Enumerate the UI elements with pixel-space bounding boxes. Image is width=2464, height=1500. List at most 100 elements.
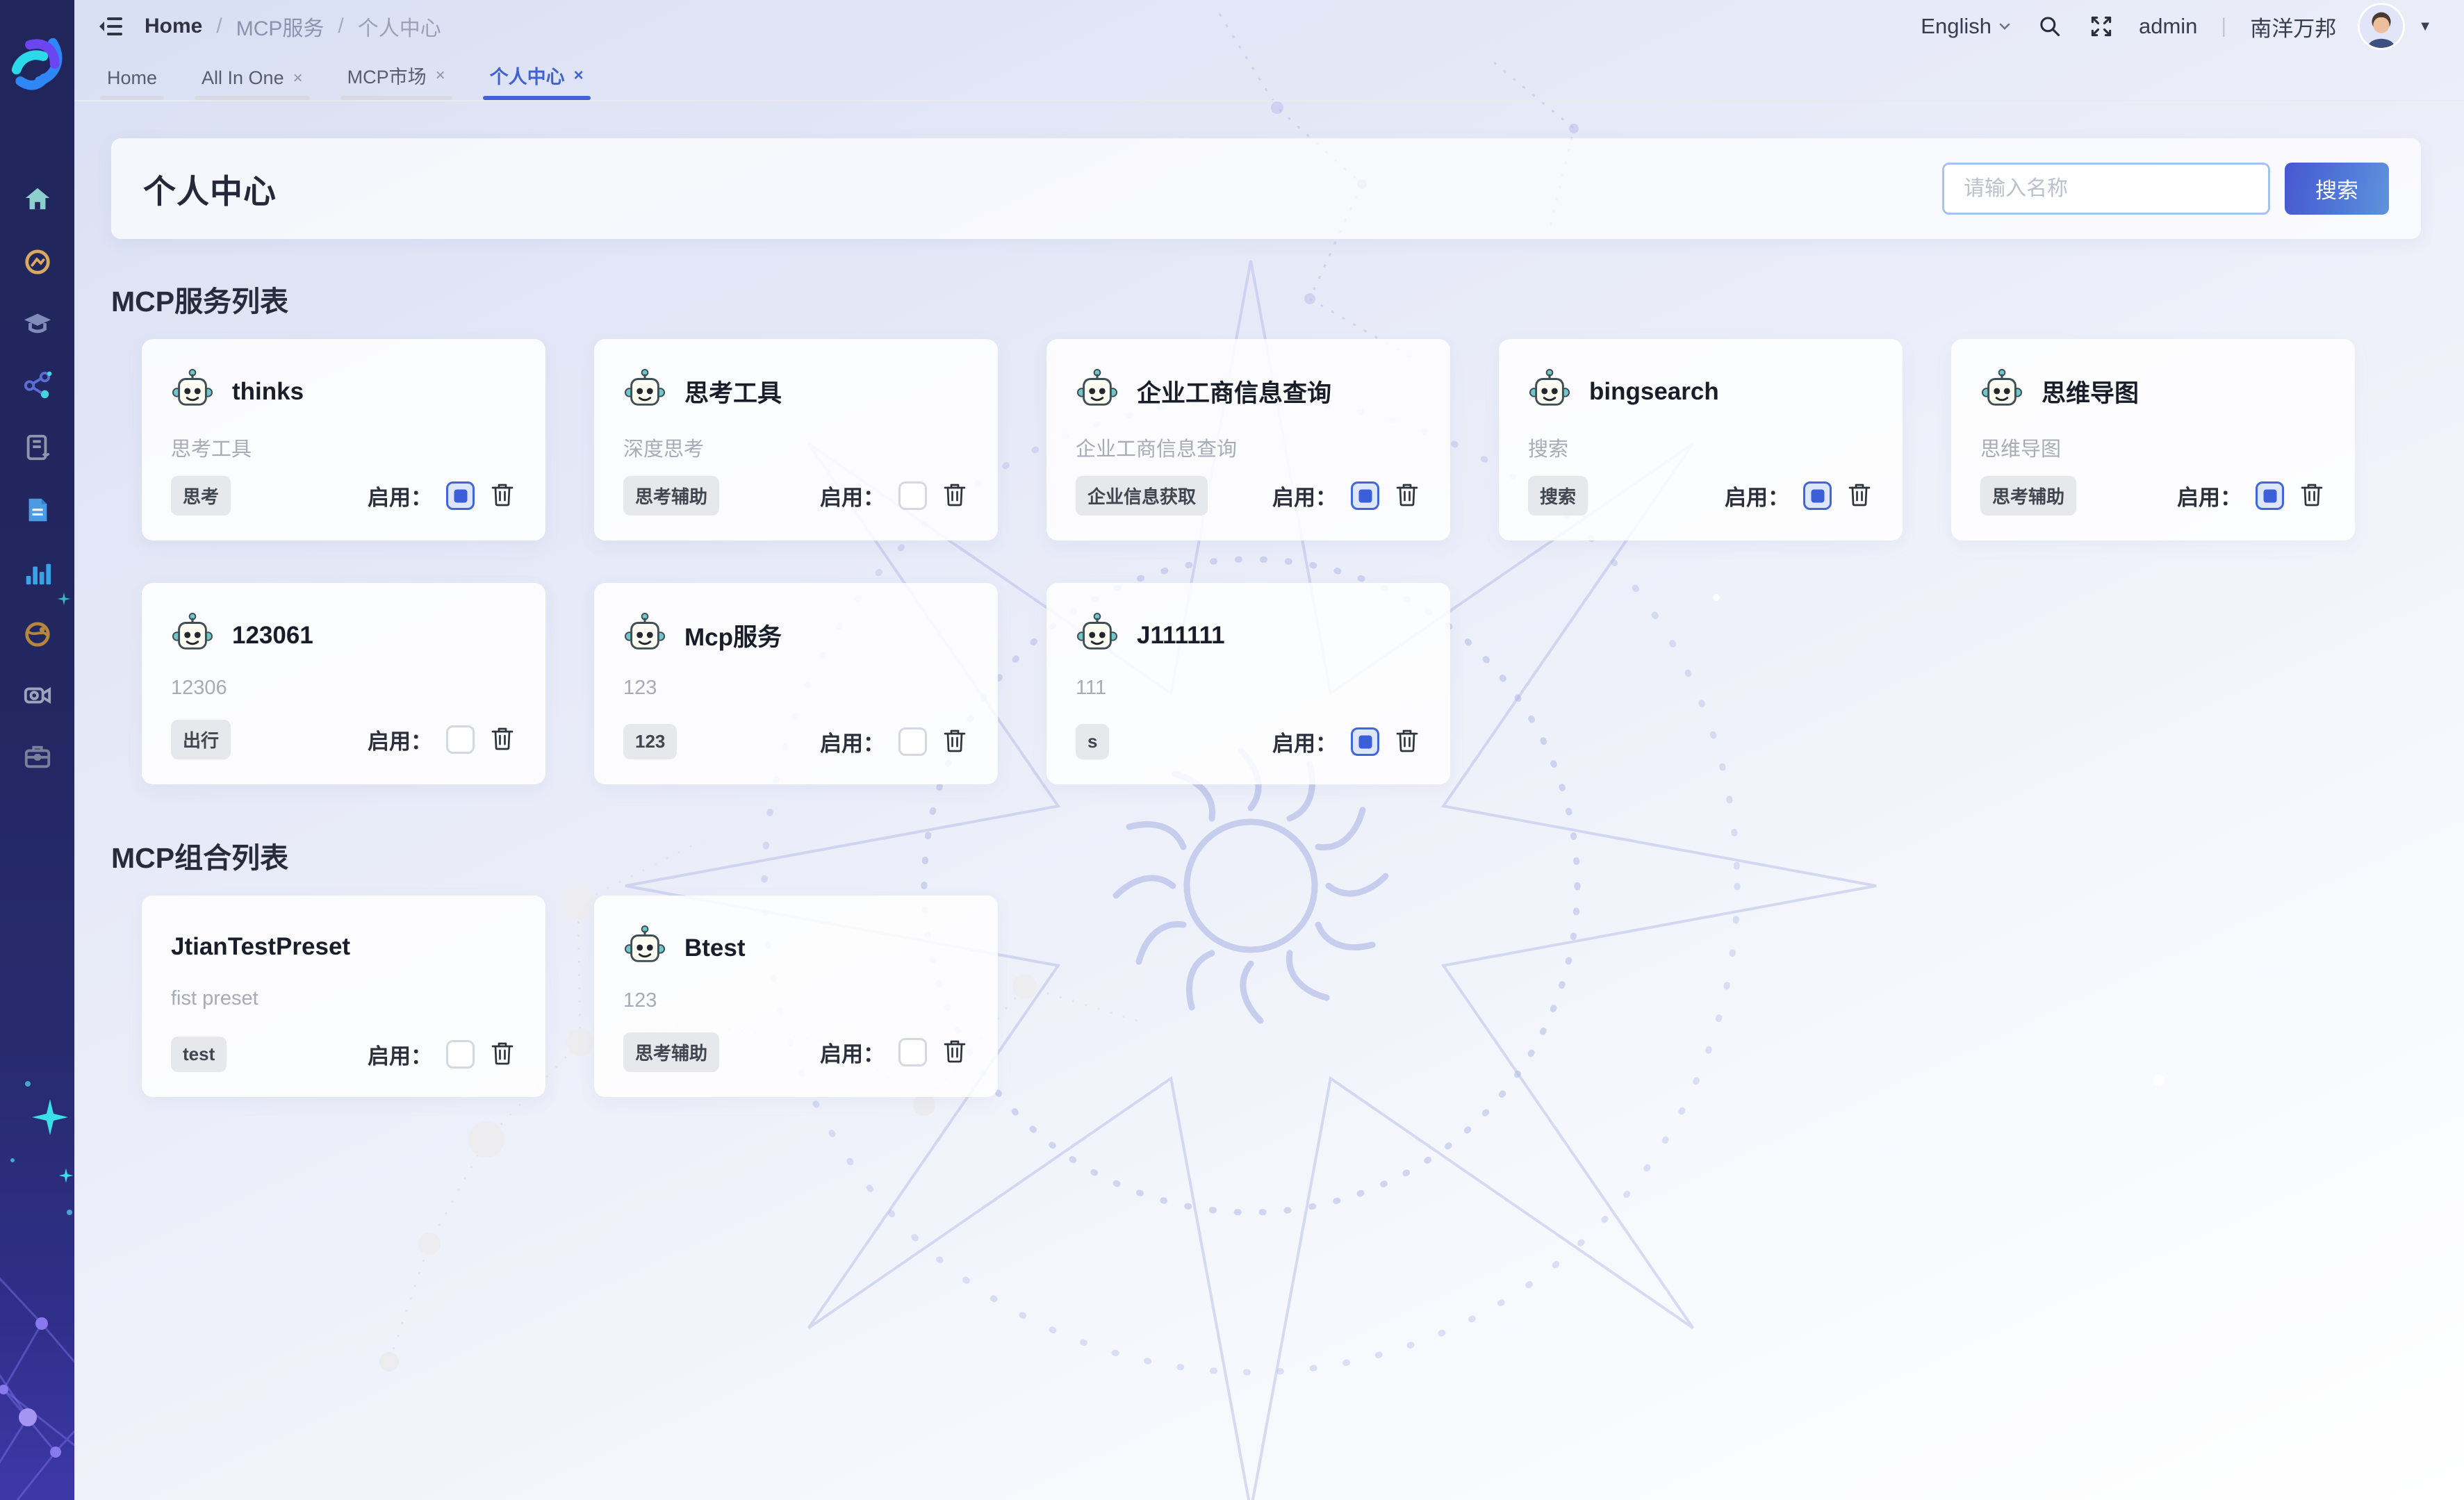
delete-trash-icon[interactable]: [488, 724, 516, 755]
card-header: 思维导图: [1980, 368, 2326, 415]
mcp-card-Mcp服务[interactable]: Mcp服务 123123启用：: [594, 583, 998, 784]
robot-icon: [171, 612, 214, 659]
card-controls: 启用：: [368, 1039, 516, 1070]
card-description: 12306: [171, 677, 516, 700]
card-header: 123061: [171, 612, 516, 659]
briefcase-icon: [23, 742, 52, 775]
sidebar-item-bar-chart[interactable]: [22, 559, 54, 591]
enable-checkbox[interactable]: [446, 1040, 475, 1069]
sidebar: [0, 0, 74, 1500]
mcp-card-thinks[interactable]: thinks思考工具思考启用：: [142, 339, 545, 541]
tab-label: All In One: [202, 67, 284, 89]
card-tag: 出行: [171, 720, 231, 759]
sidebar-item-document[interactable]: [22, 495, 54, 527]
mcp-card-JtianTestPreset[interactable]: JtianTestPresetfist presettest启用：: [142, 896, 545, 1097]
section-title: MCP组合列表: [111, 834, 2421, 876]
card-header: Btest: [623, 925, 969, 971]
breadcrumb-separator: /: [338, 15, 343, 38]
sidebar-item-dashboard[interactable]: [22, 247, 54, 279]
enable-label: 启用：: [368, 1039, 432, 1070]
mcp-card-思维导图[interactable]: 思维导图思维导图思考辅助启用：: [1951, 339, 2355, 541]
card-controls: 启用：: [368, 724, 516, 755]
mcp-card-Btest[interactable]: Btest123思考辅助启用：: [594, 896, 998, 1097]
card-tag: 思考辅助: [1980, 476, 2076, 516]
card-tag: 123: [623, 724, 677, 759]
share-nodes-icon: [23, 371, 52, 404]
camera-icon: [23, 681, 52, 714]
tab-MCP市场[interactable]: MCP市场 ×: [345, 62, 448, 100]
search-button[interactable]: 搜索: [2285, 163, 2389, 215]
enable-checkbox[interactable]: [2256, 481, 2284, 510]
avatar-caret-icon[interactable]: ▼: [2418, 19, 2432, 35]
enable-checkbox[interactable]: [1351, 727, 1379, 756]
robot-icon: [1528, 368, 1571, 415]
mcp-card-123061[interactable]: 123061 12306 出行 启用：: [142, 583, 545, 784]
mcp-card-bingsearch[interactable]: bingsearch搜索搜索启用：: [1499, 339, 1903, 541]
delete-trash-icon[interactable]: [941, 726, 969, 757]
card-footer: test启用：: [171, 1037, 516, 1072]
breadcrumb-item[interactable]: Home: [145, 15, 202, 38]
enable-label: 启用：: [820, 480, 885, 511]
mcp-card-思考工具[interactable]: 思考工具深度思考思考辅助启用：: [594, 339, 998, 541]
card-header: J111111: [1076, 612, 1421, 659]
sidebar-item-share-nodes[interactable]: [22, 371, 54, 403]
tab-close-icon[interactable]: ×: [574, 67, 584, 84]
card-header: 企业工商信息查询: [1076, 368, 1421, 415]
page-header-card: 个人中心 搜索: [111, 138, 2421, 239]
fullscreen-icon[interactable]: [2087, 13, 2115, 40]
home-icon: [23, 184, 52, 217]
enable-checkbox[interactable]: [898, 481, 927, 510]
delete-trash-icon[interactable]: [488, 480, 516, 511]
delete-trash-icon[interactable]: [941, 1037, 969, 1068]
app-logo[interactable]: [7, 33, 68, 94]
tab-label: Home: [107, 67, 157, 89]
enable-checkbox[interactable]: [446, 481, 475, 510]
tab-个人中心[interactable]: 个人中心 ×: [487, 62, 586, 100]
card-footer: 123启用：: [623, 724, 969, 759]
tab-label: 个人中心: [490, 62, 565, 89]
enable-checkbox[interactable]: [446, 725, 475, 754]
search-icon[interactable]: [2036, 13, 2064, 40]
delete-trash-icon[interactable]: [1393, 726, 1421, 757]
mcp-card-J111111[interactable]: J111111111s启用：: [1046, 583, 1450, 784]
enable-checkbox[interactable]: [898, 1038, 927, 1066]
search-input[interactable]: [1942, 163, 2270, 215]
card-tag: 企业信息获取: [1076, 476, 1208, 516]
sidebar-item-education[interactable]: [22, 308, 54, 340]
card-title: Mcp服务: [684, 618, 782, 653]
username[interactable]: admin: [2139, 14, 2197, 39]
card-footer: 思考启用：: [171, 476, 516, 516]
card-title: J111111: [1137, 622, 1225, 650]
enable-checkbox[interactable]: [1351, 481, 1379, 510]
delete-trash-icon[interactable]: [488, 1039, 516, 1070]
sidebar-item-camera[interactable]: [22, 681, 54, 713]
robot-icon: [1076, 368, 1119, 415]
delete-trash-icon[interactable]: [2298, 480, 2326, 511]
tab-Home[interactable]: Home: [104, 67, 160, 100]
language-selector[interactable]: English: [1921, 14, 2012, 39]
card-tag: s: [1076, 724, 1109, 759]
card-footer: 思考辅助启用：: [623, 1032, 969, 1072]
sidebar-item-briefcase[interactable]: [22, 742, 54, 774]
breadcrumb: Home/MCP服务/个人中心: [145, 11, 441, 42]
sidebar-item-globe[interactable]: [22, 620, 54, 652]
sidebar-item-notebook[interactable]: [22, 433, 54, 465]
tab-label: MCP市场: [347, 62, 427, 89]
mcp-card-企业工商信息查询[interactable]: 企业工商信息查询企业工商信息查询企业信息获取启用：: [1046, 339, 1450, 541]
delete-trash-icon[interactable]: [1846, 480, 1873, 511]
card-title: Btest: [684, 934, 746, 962]
sidebar-item-home[interactable]: [22, 184, 54, 216]
tab-All In One[interactable]: All In One ×: [199, 67, 306, 100]
avatar[interactable]: [2360, 5, 2403, 48]
sections: MCP服务列表thinks思考工具思考启用：思考工具深度思考思考辅助启用：企业工…: [111, 278, 2421, 1097]
card-header: 思考工具: [623, 368, 969, 415]
tab-close-icon[interactable]: ×: [293, 70, 303, 87]
enable-checkbox[interactable]: [1803, 481, 1832, 510]
card-description: 111: [1076, 677, 1421, 700]
enable-checkbox[interactable]: [898, 727, 927, 756]
divider: |: [2221, 15, 2226, 38]
delete-trash-icon[interactable]: [941, 480, 969, 511]
sidebar-collapse-icon[interactable]: [97, 13, 125, 40]
tab-close-icon[interactable]: ×: [436, 67, 445, 84]
delete-trash-icon[interactable]: [1393, 480, 1421, 511]
